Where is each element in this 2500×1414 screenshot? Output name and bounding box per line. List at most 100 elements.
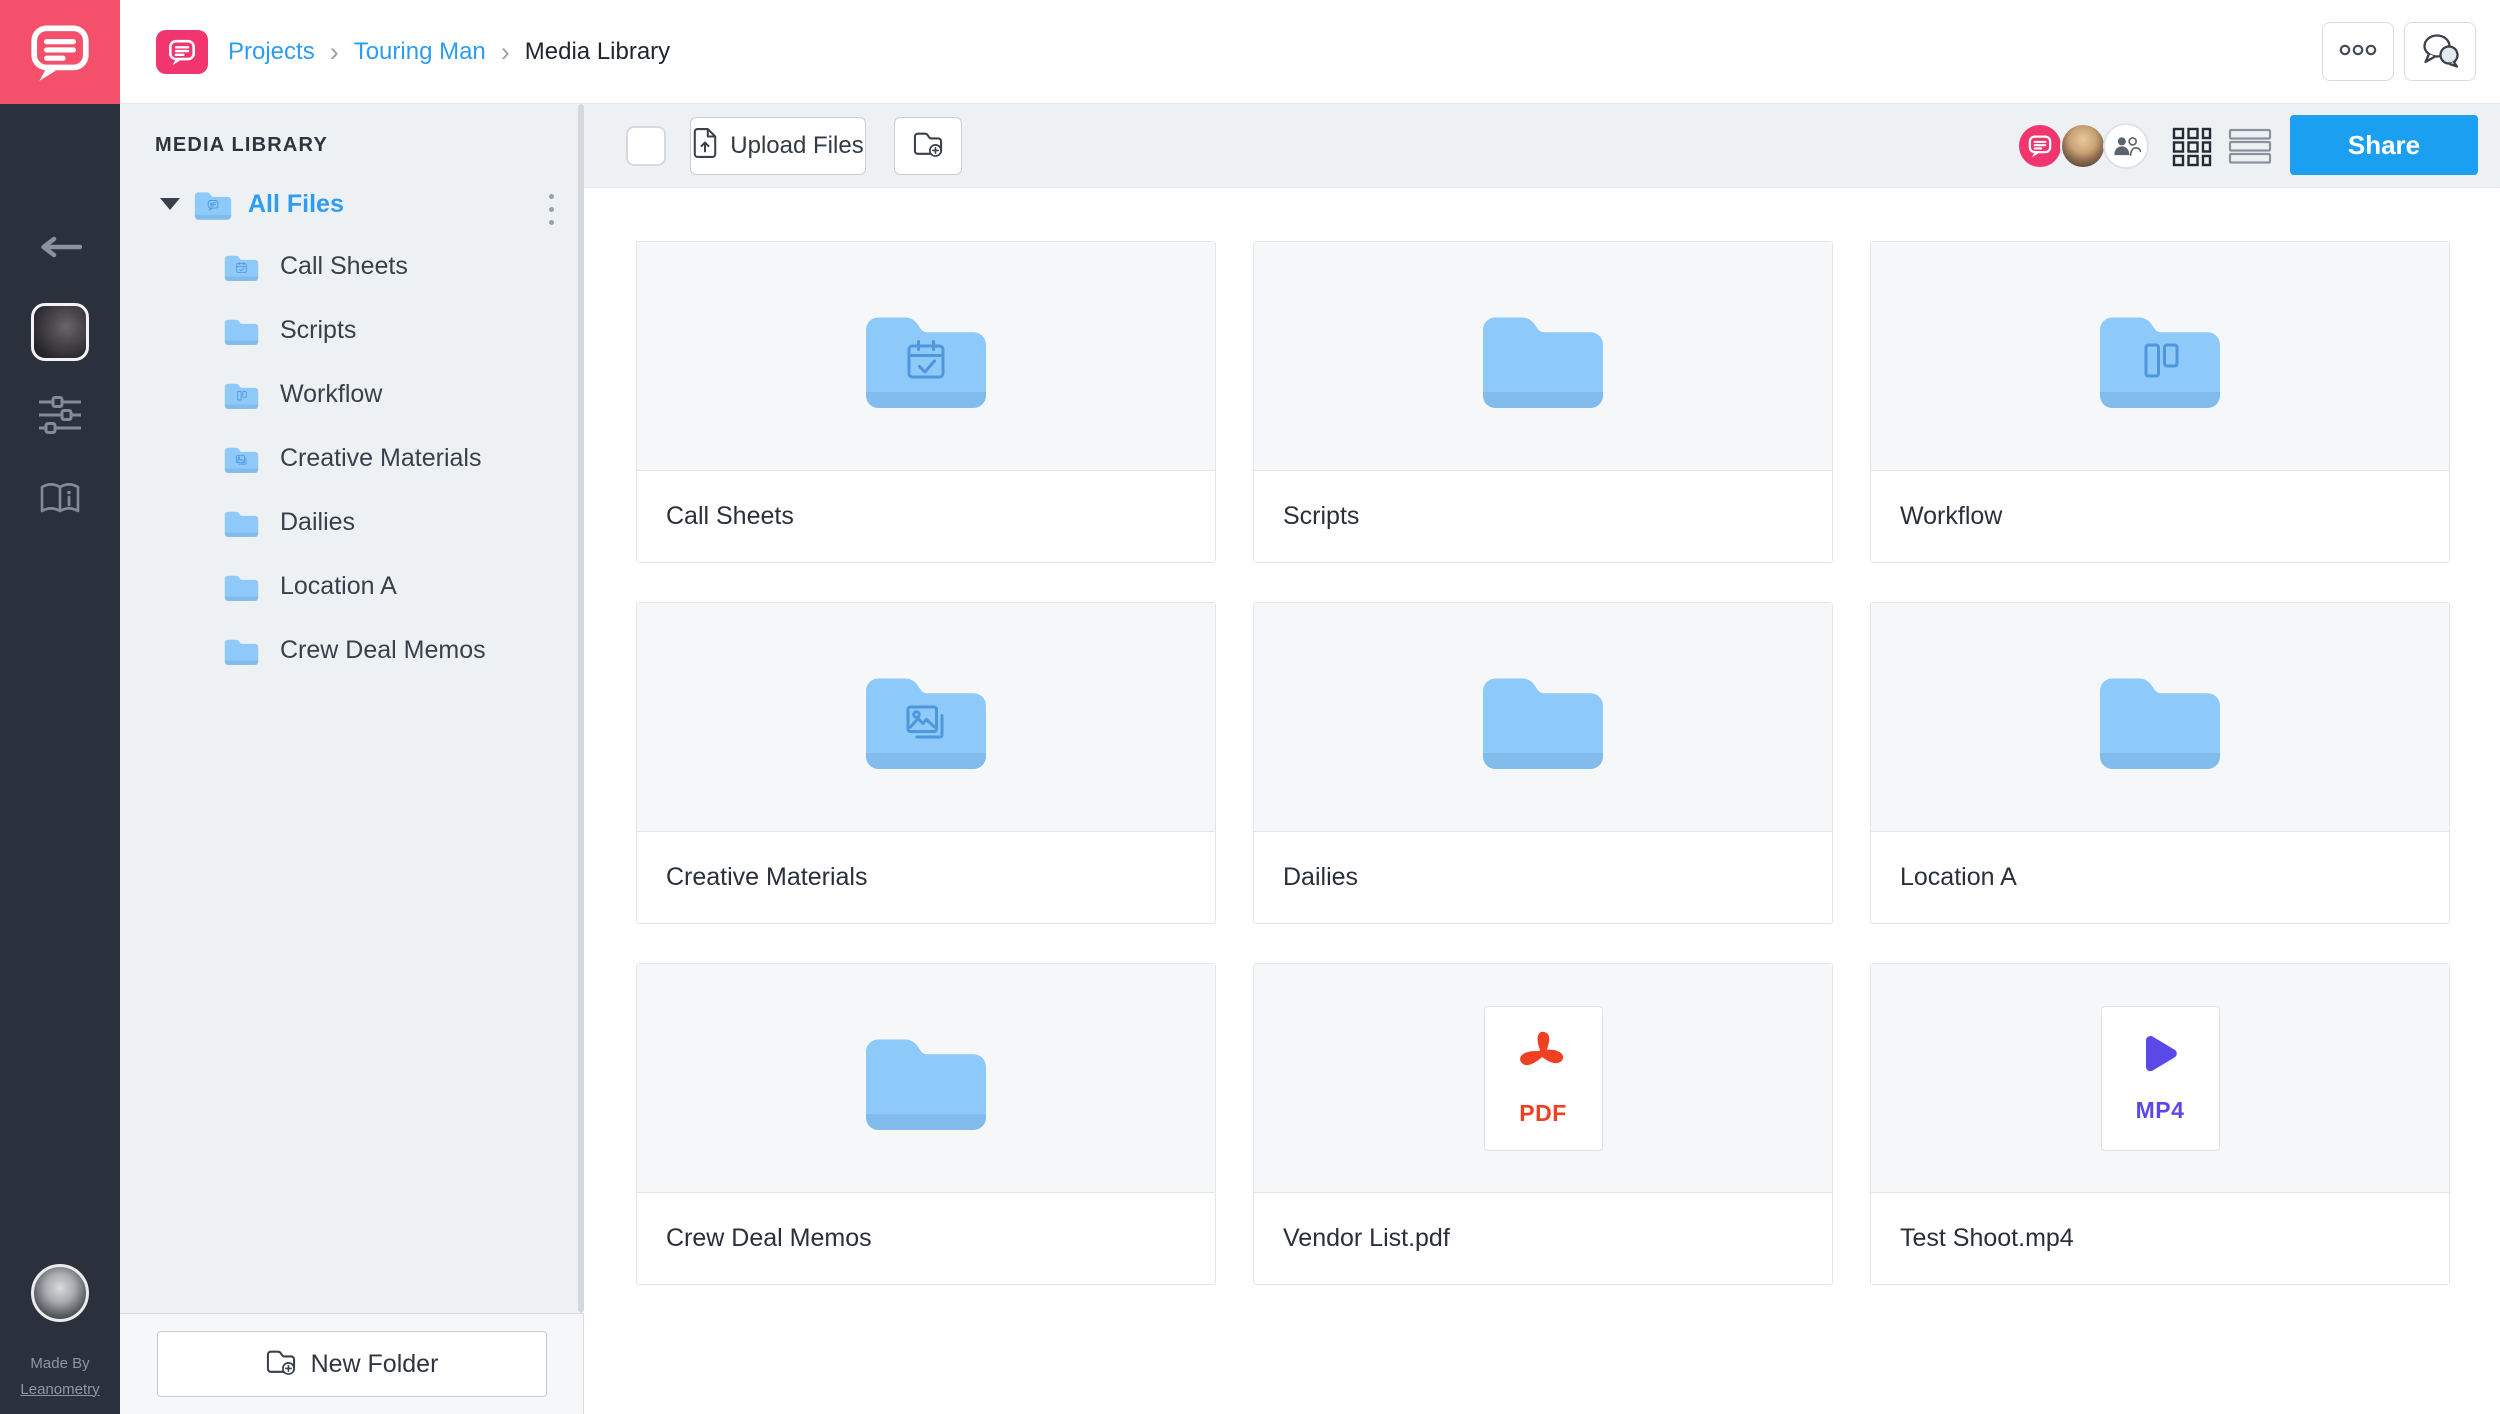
card-label: Creative Materials	[637, 832, 1215, 923]
sidebar-folder-item[interactable]: Creative Materials	[120, 426, 578, 490]
card-label: Call Sheets	[637, 471, 1215, 562]
file-card[interactable]: MP4 Test Shoot.mp4	[1870, 963, 2450, 1285]
folder-label: Location A	[280, 572, 397, 601]
all-files-label: All Files	[248, 190, 344, 219]
breadcrumb: Projects › Touring Man › Media Library	[228, 0, 670, 104]
studiobinder-avatar[interactable]	[2017, 123, 2063, 169]
new-folder-button[interactable]: New Folder	[157, 1331, 547, 1397]
top-header: Projects › Touring Man › Media Library	[0, 0, 2500, 104]
user-avatar-image	[31, 1264, 89, 1322]
file-type-badge: MP4	[2136, 1097, 2185, 1124]
card-preview	[637, 964, 1215, 1193]
settings-sliders-icon[interactable]	[0, 394, 120, 436]
folder-label: Dailies	[280, 508, 355, 537]
panel-title: MEDIA LIBRARY	[155, 134, 328, 157]
adobe-pdf-icon	[1517, 1029, 1569, 1084]
media-grid: Call Sheets Scripts Workflow Creative Ma…	[584, 188, 2500, 1285]
guide-book-icon[interactable]	[0, 480, 120, 518]
project-thumbnail[interactable]	[0, 303, 120, 361]
sidebar-folder-item[interactable]: Dailies	[120, 490, 578, 554]
sidebar-folder-item[interactable]: Workflow	[120, 362, 578, 426]
folder-icon	[223, 380, 260, 409]
breadcrumb-link[interactable]: Projects	[228, 38, 315, 66]
studiobinder-logo-icon[interactable]	[0, 0, 120, 104]
collaborator-avatars	[2017, 123, 2151, 169]
sidebar-folder-item[interactable]: Location A	[120, 554, 578, 618]
card-preview: PDF	[1254, 964, 1832, 1193]
chat-bubbles-icon	[2420, 32, 2460, 71]
folder-card[interactable]: Scripts	[1253, 241, 1833, 563]
add-members-button[interactable]	[2103, 123, 2149, 169]
create-folder-button[interactable]	[894, 117, 962, 175]
breadcrumb-current: Media Library	[525, 38, 670, 66]
select-all-checkbox[interactable]	[626, 126, 666, 166]
folder-icon	[223, 444, 260, 473]
share-button[interactable]: Share	[2290, 115, 2478, 175]
project-bubble-icon[interactable]	[156, 30, 208, 74]
comments-button[interactable]	[2404, 22, 2476, 81]
main-content: Upload Files	[584, 104, 2500, 1414]
sidebar-folder-item[interactable]: Call Sheets	[120, 234, 578, 298]
card-preview	[637, 603, 1215, 832]
breadcrumb-link[interactable]: Touring Man	[354, 38, 486, 66]
card-preview	[1871, 603, 2449, 832]
folder-plus-icon	[912, 129, 944, 164]
grid-view-icon[interactable]	[2172, 127, 2212, 170]
sidebar-item-all-files[interactable]: All Files	[120, 180, 578, 228]
more-options-button[interactable]	[2322, 22, 2394, 81]
upload-files-label: Upload Files	[730, 132, 863, 160]
folder-label: Scripts	[280, 316, 356, 345]
file-card[interactable]: PDF Vendor List.pdf	[1253, 963, 1833, 1285]
toolbar: Upload Files	[584, 104, 2500, 188]
all-files-folder-icon	[193, 188, 233, 220]
card-preview: MP4	[1871, 964, 2449, 1193]
breadcrumb-separator: ›	[330, 37, 339, 68]
folder-card[interactable]: Call Sheets	[636, 241, 1216, 563]
file-upload-icon	[692, 127, 718, 166]
folder-icon	[223, 252, 260, 281]
card-label: Dailies	[1254, 832, 1832, 923]
caret-down-icon[interactable]	[160, 198, 180, 210]
folder-icon	[223, 508, 260, 537]
made-by-text: Made By	[0, 1351, 120, 1377]
sidebar-folder-item[interactable]: Crew Deal Memos	[120, 618, 578, 682]
folder-plus-icon	[265, 1347, 297, 1382]
folder-card[interactable]: Crew Deal Memos	[636, 963, 1216, 1285]
header-actions	[2322, 22, 2476, 81]
upload-files-button[interactable]: Upload Files	[690, 117, 866, 175]
play-triangle-icon	[2136, 1032, 2184, 1081]
folder-card[interactable]: Creative Materials	[636, 602, 1216, 924]
folder-tree: Call Sheets Scripts Workflow Creative Ma…	[120, 234, 578, 682]
list-view-icon[interactable]	[2228, 127, 2272, 168]
folder-icon	[223, 636, 260, 665]
card-preview	[637, 242, 1215, 471]
card-label: Scripts	[1254, 471, 1832, 562]
made-by-credit: Made By Leanometry	[0, 1351, 120, 1402]
folder-card[interactable]: Dailies	[1253, 602, 1833, 924]
panel-bottom-bar: New Folder	[120, 1313, 584, 1414]
folder-label: Workflow	[280, 380, 382, 409]
leanometry-link[interactable]: Leanometry	[0, 1377, 120, 1403]
folder-card[interactable]: Workflow	[1870, 241, 2450, 563]
folder-label: Call Sheets	[280, 252, 408, 281]
video-file-tile: MP4	[2101, 1006, 2220, 1151]
card-label: Crew Deal Memos	[637, 1193, 1215, 1284]
new-folder-label: New Folder	[311, 1350, 439, 1379]
project-thumbnail-image	[31, 303, 89, 361]
folder-icon	[223, 316, 260, 345]
collaborator-avatar[interactable]	[2060, 123, 2106, 169]
ellipsis-icon	[2338, 43, 2378, 60]
media-library-panel: MEDIA LIBRARY All Files Call Sheets Scri…	[120, 104, 578, 1313]
sidebar-folder-item[interactable]: Scripts	[120, 298, 578, 362]
breadcrumb-separator: ›	[501, 37, 510, 68]
card-label: Vendor List.pdf	[1254, 1193, 1832, 1284]
app-rail: Made By Leanometry	[0, 104, 120, 1414]
user-avatar[interactable]	[0, 1264, 120, 1322]
card-label: Location A	[1871, 832, 2449, 923]
card-preview	[1254, 242, 1832, 471]
back-arrow-icon[interactable]	[0, 236, 120, 258]
folder-card[interactable]: Location A	[1870, 602, 2450, 924]
folder-label: Crew Deal Memos	[280, 636, 486, 665]
kebab-menu-icon[interactable]	[545, 190, 558, 229]
card-label: Test Shoot.mp4	[1871, 1193, 2449, 1284]
